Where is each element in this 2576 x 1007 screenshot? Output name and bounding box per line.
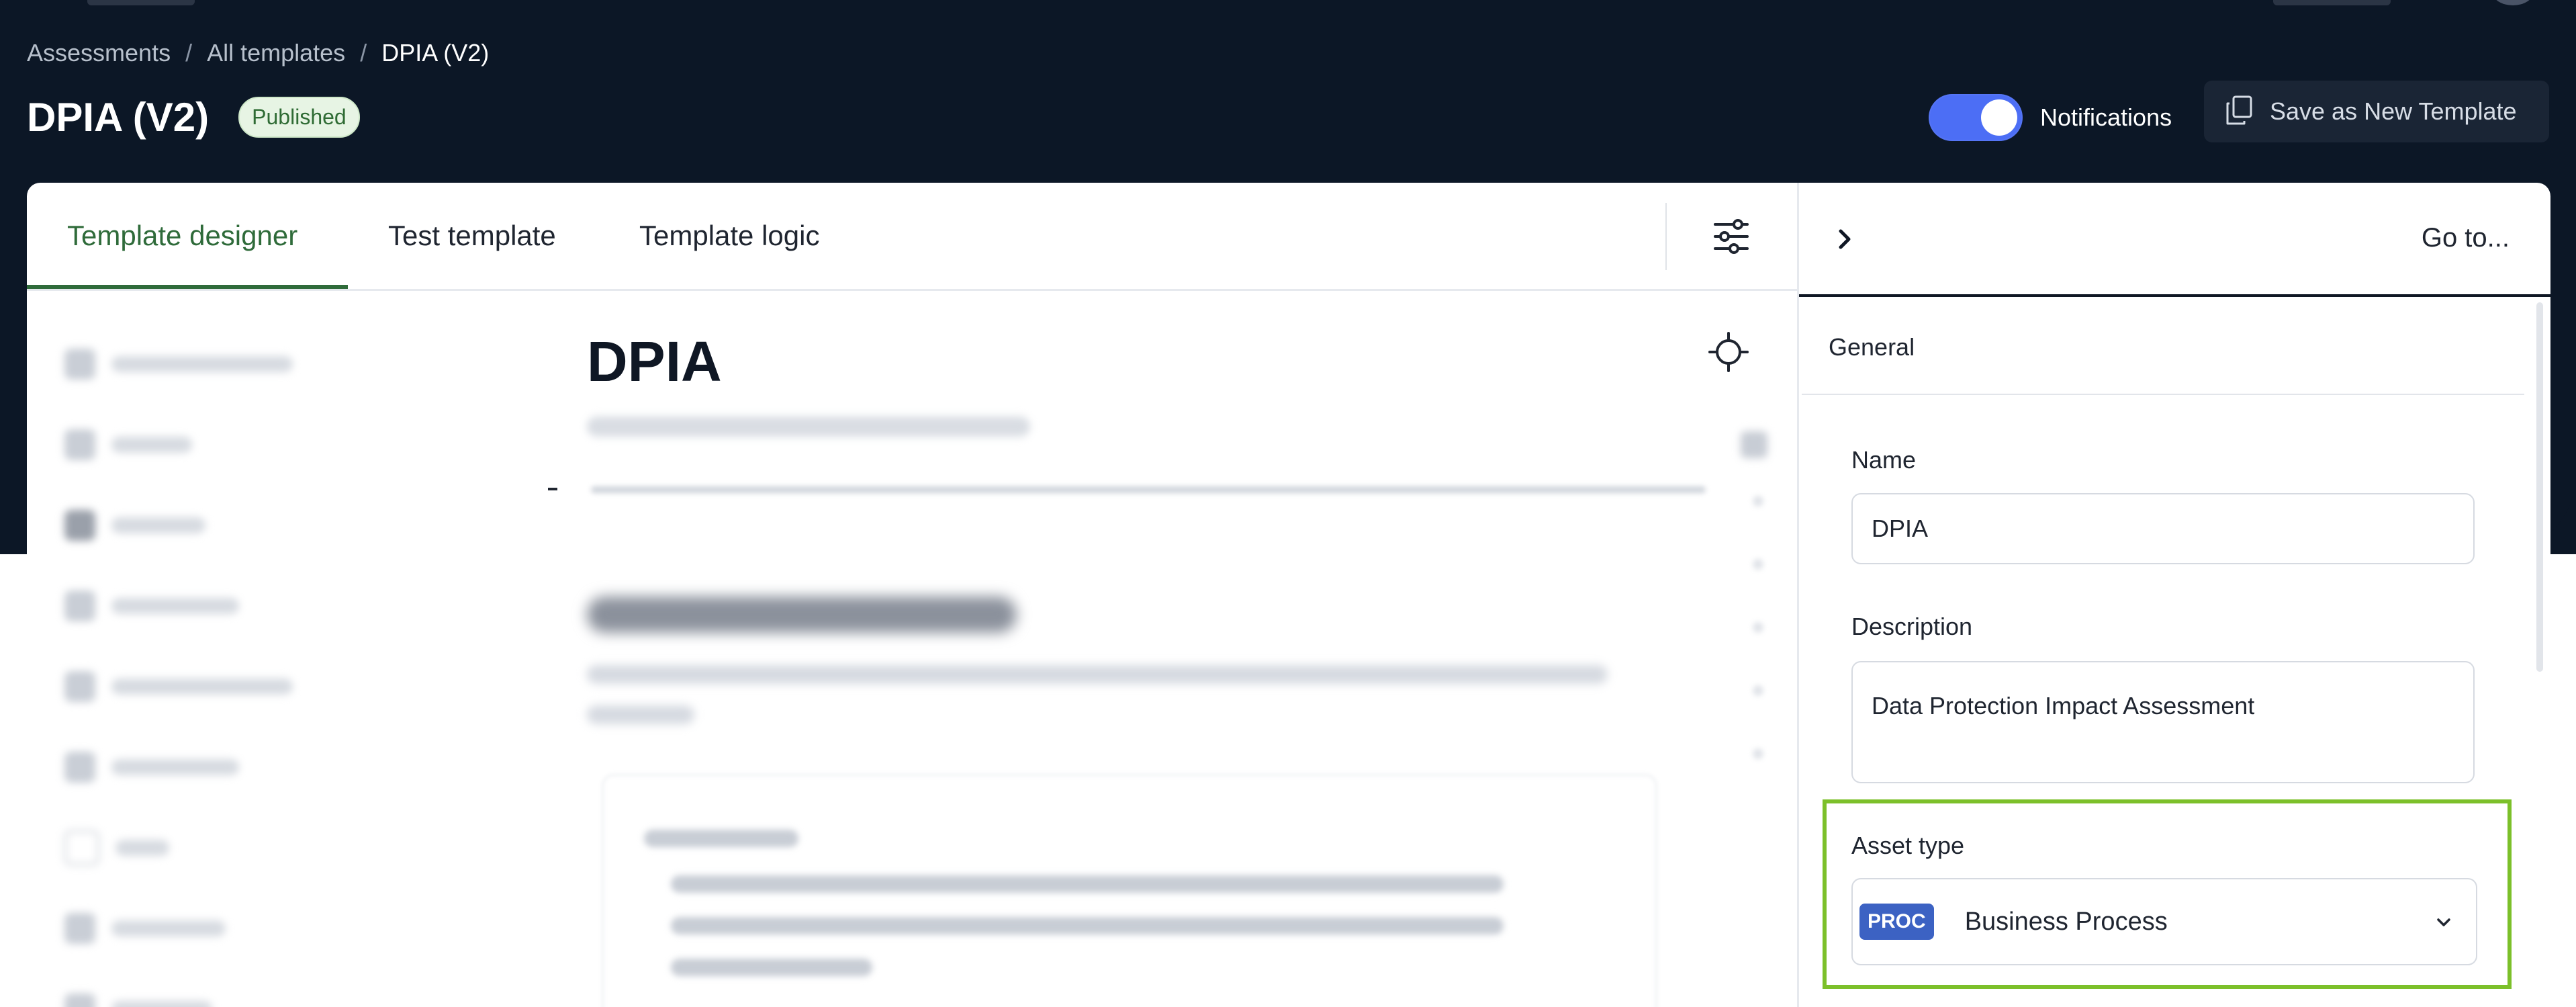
asset-type-select[interactable]: PROC Business Process: [1851, 878, 2477, 965]
chevron-down-icon: [2432, 910, 2456, 934]
top-nav-item[interactable]: [87, 0, 195, 5]
blurred-section-heading: [587, 597, 1017, 633]
outline-dot: [1753, 559, 1763, 570]
scrollbar[interactable]: [2536, 302, 2543, 672]
blurred-element-palette: [64, 324, 293, 1007]
description-field[interactable]: Data Protection Impact Assessment: [1851, 661, 2475, 783]
blurred-section-text: [587, 665, 1608, 684]
outline-dot: [1753, 685, 1763, 696]
list-item[interactable]: [64, 566, 293, 646]
blurred-section-text: [587, 705, 694, 724]
divider-mark: [548, 488, 557, 490]
asset-type-label: Asset type: [1851, 832, 1965, 859]
notifications-control: Notifications: [1929, 94, 2172, 141]
asset-type-value: Business Process: [1964, 907, 2168, 936]
outline-dot: [1753, 748, 1763, 759]
outline-dot: [1753, 496, 1763, 507]
list-item[interactable]: [64, 807, 293, 888]
breadcrumb: Assessments / All templates / DPIA (V2): [27, 39, 489, 67]
asset-type-tag: PROC: [1859, 904, 1934, 940]
active-tab-indicator: [27, 285, 348, 289]
filter-settings-button[interactable]: [1706, 212, 1757, 263]
sliders-icon: [1711, 216, 1751, 260]
description-label: Description: [1851, 613, 1973, 640]
tab-test-template[interactable]: Test template: [388, 183, 556, 289]
section-divider: [1802, 394, 2524, 395]
blurred-subtitle: [587, 417, 1030, 437]
tab-template-logic[interactable]: Template logic: [639, 183, 819, 289]
section-general[interactable]: General: [1829, 333, 1915, 361]
list-item[interactable]: [64, 646, 293, 727]
breadcrumb-current: DPIA (V2): [381, 39, 490, 67]
breadcrumb-assessments[interactable]: Assessments: [27, 39, 171, 67]
notifications-label: Notifications: [2040, 103, 2172, 131]
tab-template-designer[interactable]: Template designer: [67, 183, 297, 289]
list-item[interactable]: [64, 969, 293, 1007]
tabs-divider: [1665, 203, 1667, 270]
page-title: DPIA (V2): [27, 95, 210, 140]
blurred-outline-marker: [1741, 431, 1767, 458]
top-nav-button[interactable]: [2273, 0, 2391, 5]
list-item[interactable]: [64, 404, 293, 485]
blurred-divider: [591, 486, 1706, 493]
list-item[interactable]: [64, 485, 293, 566]
outline-dot: [1753, 622, 1763, 633]
list-item[interactable]: [64, 727, 293, 807]
title-row: DPIA (V2) Published: [27, 94, 360, 140]
toggle-knob: [1981, 99, 2017, 136]
save-as-new-template-button[interactable]: Save as New Template: [2204, 81, 2549, 142]
notifications-toggle[interactable]: [1929, 94, 2023, 141]
chevron-right-icon[interactable]: [1829, 223, 1861, 255]
list-item[interactable]: [64, 888, 293, 969]
name-label: Name: [1851, 446, 1917, 474]
document-title[interactable]: DPIA: [587, 329, 722, 394]
name-field[interactable]: DPIA: [1851, 493, 2475, 564]
breadcrumb-separator: /: [360, 39, 367, 67]
breadcrumb-all-templates[interactable]: All templates: [207, 39, 345, 67]
go-to-link[interactable]: Go to...: [2422, 223, 2510, 253]
list-item[interactable]: [64, 324, 293, 404]
blurred-question-card[interactable]: [602, 774, 1657, 1007]
tab-bar: Template designer Test template Template…: [27, 183, 1797, 291]
breadcrumb-separator: /: [185, 39, 193, 67]
copy-icon: [2225, 95, 2252, 128]
status-badge: Published: [238, 97, 360, 138]
properties-panel-header: Go to...: [1799, 183, 2550, 297]
crosshair-icon[interactable]: [1708, 332, 1749, 372]
save-button-label: Save as New Template: [2270, 97, 2517, 125]
